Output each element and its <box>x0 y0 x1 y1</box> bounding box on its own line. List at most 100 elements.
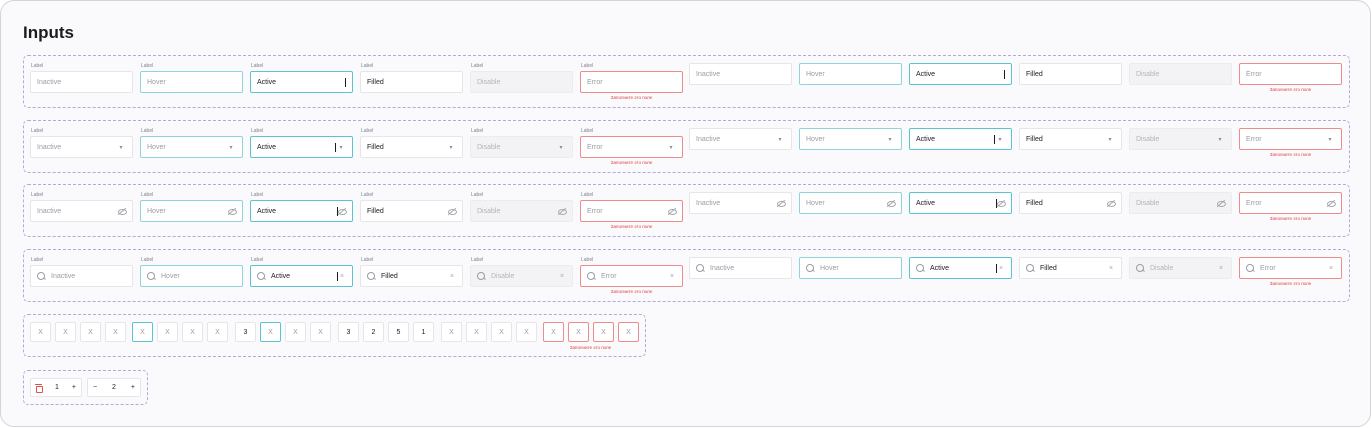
password-inputs-field[interactable]: Active <box>909 192 1012 214</box>
code-cell[interactable]: X <box>132 322 153 342</box>
eye-off-icon[interactable] <box>997 199 1006 207</box>
search-inputs-field[interactable]: Inactive <box>689 257 792 279</box>
chevron-down-icon[interactable]: ▾ <box>116 144 126 151</box>
eye-off-icon[interactable] <box>228 207 237 215</box>
search-inputs-field[interactable]: Hover <box>140 265 243 287</box>
password-inputs-field[interactable]: Error <box>1239 192 1342 214</box>
text-inputs-field[interactable]: Hover <box>799 63 902 85</box>
code-cell[interactable]: X <box>260 322 281 342</box>
eye-off-icon[interactable] <box>1327 199 1336 207</box>
eye-off-icon[interactable] <box>668 207 677 215</box>
search-inputs-field[interactable]: Active × <box>250 265 353 287</box>
plus-icon[interactable]: + <box>131 384 135 391</box>
text-inputs-field[interactable]: Hover <box>140 71 243 93</box>
text-inputs-field[interactable]: Error <box>1239 63 1342 85</box>
text-inputs-field[interactable]: Active <box>250 71 353 93</box>
close-icon[interactable]: × <box>338 273 346 280</box>
code-cell[interactable]: X <box>466 322 487 342</box>
chevron-down-icon[interactable]: ▾ <box>446 144 456 151</box>
close-icon[interactable]: × <box>1107 265 1115 272</box>
code-cell[interactable]: X <box>310 322 331 342</box>
code-cell[interactable]: X <box>441 322 462 342</box>
close-icon[interactable]: × <box>448 273 456 280</box>
select-inputs-field[interactable]: Inactive ▾ <box>30 136 133 158</box>
code-cell[interactable]: 3 <box>338 322 359 342</box>
close-icon[interactable]: × <box>1217 265 1225 272</box>
stepper-second-value[interactable]: 2 <box>112 384 116 391</box>
password-inputs-field[interactable]: Filled <box>1019 192 1122 214</box>
password-inputs-field[interactable]: Hover <box>799 192 902 214</box>
code-cell[interactable]: X <box>593 322 614 342</box>
chevron-down-icon[interactable]: ▾ <box>226 144 236 151</box>
chevron-down-icon[interactable]: ▾ <box>556 144 566 151</box>
eye-off-icon[interactable] <box>1107 199 1116 207</box>
stepper-first-value[interactable]: 1 <box>55 384 59 391</box>
password-inputs-field[interactable]: Inactive <box>30 200 133 222</box>
eye-off-icon[interactable] <box>118 207 127 215</box>
select-inputs-field[interactable]: Error ▾ <box>580 136 683 158</box>
code-cell[interactable]: X <box>543 322 564 342</box>
select-inputs-field[interactable]: Filled ▾ <box>360 136 463 158</box>
search-inputs-field[interactable]: Active × <box>909 257 1012 279</box>
text-inputs-field[interactable]: Inactive <box>689 63 792 85</box>
chevron-down-icon[interactable]: ▾ <box>995 136 1005 143</box>
close-icon[interactable]: × <box>558 273 566 280</box>
code-cell[interactable]: X <box>157 322 178 342</box>
code-cell[interactable]: X <box>80 322 101 342</box>
select-inputs-field[interactable]: Active ▾ <box>250 136 353 158</box>
close-icon[interactable]: × <box>668 273 676 280</box>
eye-off-icon[interactable] <box>338 207 347 215</box>
code-cell[interactable]: X <box>207 322 228 342</box>
search-inputs-field[interactable]: Filled × <box>360 265 463 287</box>
password-inputs-field[interactable]: Inactive <box>689 192 792 214</box>
code-cell[interactable]: X <box>55 322 76 342</box>
chevron-down-icon[interactable]: ▾ <box>1215 136 1225 143</box>
search-inputs-field[interactable]: Hover <box>799 257 902 279</box>
minus-icon[interactable]: − <box>93 384 97 391</box>
eye-off-icon[interactable] <box>887 199 896 207</box>
select-inputs-field[interactable]: Hover ▾ <box>140 136 243 158</box>
text-inputs-field[interactable]: Filled <box>360 71 463 93</box>
select-inputs-field[interactable]: Inactive ▾ <box>689 128 792 150</box>
eye-off-icon[interactable] <box>1217 199 1226 207</box>
select-inputs-field[interactable]: Active ▾ <box>909 128 1012 150</box>
chevron-down-icon[interactable]: ▾ <box>336 144 346 151</box>
chevron-down-icon[interactable]: ▾ <box>1325 136 1335 143</box>
code-cell[interactable]: X <box>618 322 639 342</box>
text-inputs-field[interactable]: Inactive <box>30 71 133 93</box>
search-inputs-field[interactable]: Inactive <box>30 265 133 287</box>
select-inputs-field[interactable]: Error ▾ <box>1239 128 1342 150</box>
code-cell[interactable]: X <box>105 322 126 342</box>
code-cell[interactable]: 3 <box>235 322 256 342</box>
eye-off-icon[interactable] <box>777 199 786 207</box>
chevron-down-icon[interactable]: ▾ <box>775 136 785 143</box>
text-inputs-field[interactable]: Filled <box>1019 63 1122 85</box>
password-inputs-field[interactable]: Hover <box>140 200 243 222</box>
close-icon[interactable]: × <box>997 265 1005 272</box>
code-cell[interactable]: 5 <box>388 322 409 342</box>
search-inputs-field[interactable]: Error × <box>1239 257 1342 279</box>
eye-off-icon[interactable] <box>558 207 567 215</box>
select-inputs-field[interactable]: Hover ▾ <box>799 128 902 150</box>
chevron-down-icon[interactable]: ▾ <box>885 136 895 143</box>
select-inputs-field[interactable]: Filled ▾ <box>1019 128 1122 150</box>
code-cell[interactable]: X <box>182 322 203 342</box>
code-cell[interactable]: X <box>568 322 589 342</box>
trash-icon[interactable] <box>35 384 43 393</box>
code-cell[interactable]: 1 <box>413 322 434 342</box>
code-cell[interactable]: X <box>30 322 51 342</box>
eye-off-icon[interactable] <box>448 207 457 215</box>
close-icon[interactable]: × <box>1327 265 1335 272</box>
chevron-down-icon[interactable]: ▾ <box>1105 136 1115 143</box>
password-inputs-field[interactable]: Error <box>580 200 683 222</box>
search-inputs-field[interactable]: Filled × <box>1019 257 1122 279</box>
code-cell[interactable]: 2 <box>363 322 384 342</box>
password-inputs-field[interactable]: Active <box>250 200 353 222</box>
code-cell[interactable]: X <box>285 322 306 342</box>
plus-icon[interactable]: + <box>72 384 76 391</box>
code-cell[interactable]: X <box>516 322 537 342</box>
text-inputs-field[interactable]: Error <box>580 71 683 93</box>
text-inputs-field[interactable]: Active <box>909 63 1012 85</box>
search-inputs-field[interactable]: Error × <box>580 265 683 287</box>
code-cell[interactable]: X <box>491 322 512 342</box>
